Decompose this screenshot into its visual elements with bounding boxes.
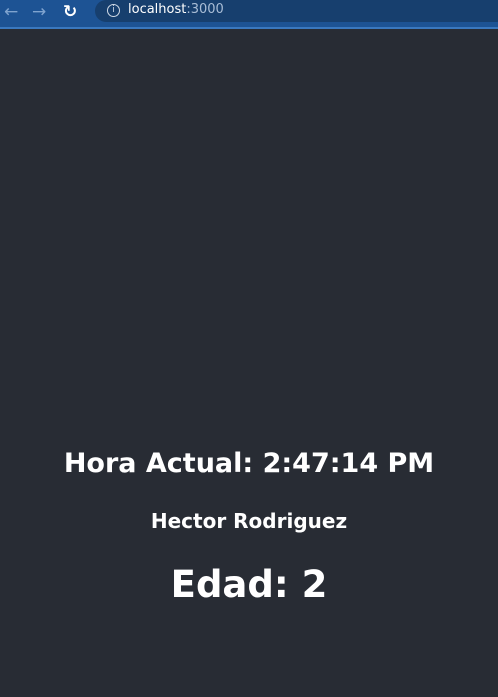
url-host: localhost	[128, 2, 187, 17]
forward-icon[interactable]: →	[32, 2, 46, 22]
user-age: Edad: 2	[170, 563, 328, 606]
reload-icon[interactable]: ↻	[63, 2, 77, 22]
info-icon[interactable]: i	[107, 4, 120, 17]
current-time: Hora Actual: 2:47:14 PM	[63, 448, 435, 479]
back-icon[interactable]: ←	[4, 2, 18, 22]
url-text: localhost:3000	[128, 2, 224, 17]
user-name: Hector Rodriguez	[150, 509, 348, 533]
url-port: :3000	[186, 2, 224, 17]
browser-toolbar: ← → ↻ i localhost:3000	[0, 0, 498, 29]
address-bar[interactable]: i localhost:3000	[95, 0, 498, 22]
